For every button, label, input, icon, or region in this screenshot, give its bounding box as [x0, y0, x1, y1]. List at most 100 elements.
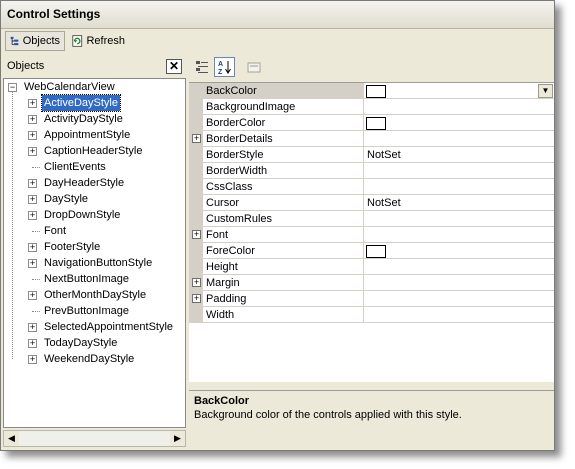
expand-icon[interactable]: + — [192, 134, 201, 143]
expand-icon[interactable]: + — [28, 355, 37, 364]
sort-az-icon: A Z — [218, 61, 231, 75]
tree-item[interactable]: + CaptionHeaderStyle — [4, 143, 185, 159]
tree-connector — [32, 279, 40, 280]
tree-item[interactable]: + ActiveDayStyle — [4, 94, 185, 112]
tree-item[interactable]: + DayStyle — [4, 191, 185, 207]
tree-item-label: Font — [44, 225, 67, 237]
property-name: BorderWidth — [206, 165, 268, 177]
tree-item[interactable]: NextButtonImage — [4, 271, 185, 287]
color-swatch[interactable] — [366, 117, 386, 130]
property-value[interactable]: NotSet — [367, 148, 401, 162]
expand-icon[interactable]: + — [192, 294, 201, 303]
tree-item[interactable]: ClientEvents — [4, 159, 185, 175]
expand-icon[interactable]: + — [28, 291, 37, 300]
expand-icon[interactable]: + — [28, 211, 37, 220]
tree-item[interactable]: + FooterStyle — [4, 239, 185, 255]
categorized-button[interactable] — [191, 57, 212, 77]
property-row[interactable]: Cursor NotSet — [189, 195, 554, 211]
properties-panel: A Z BackColor ▼ BackgroundImage BorderColor… — [189, 55, 554, 450]
row-gutter — [189, 99, 203, 115]
expand-icon[interactable]: + — [28, 115, 37, 124]
main-toolbar: Objects Refresh — [1, 29, 554, 54]
dropdown-arrow-icon[interactable]: ▼ — [538, 84, 553, 98]
tree-item[interactable]: + DropDownStyle — [4, 207, 185, 223]
property-row[interactable]: BackColor ▼ — [189, 83, 554, 99]
expand-icon[interactable]: + — [28, 323, 37, 332]
property-row[interactable]: ForeColor — [189, 243, 554, 259]
tree-item[interactable]: + NavigationButtonStyle — [4, 255, 185, 271]
property-row[interactable]: + Margin — [189, 275, 554, 291]
tree-item[interactable]: + DayHeaderStyle — [4, 175, 185, 191]
expand-icon[interactable]: + — [28, 131, 37, 140]
property-row[interactable]: BorderStyle NotSet — [189, 147, 554, 163]
scroll-left-icon[interactable]: ◀ — [4, 431, 19, 446]
property-row[interactable]: BackgroundImage — [189, 99, 554, 115]
property-row[interactable]: + Font — [189, 227, 554, 243]
property-row[interactable]: CssClass — [189, 179, 554, 195]
tree-connector — [32, 167, 40, 168]
tree-item-label: OtherMonthDayStyle — [44, 289, 147, 301]
property-name: BorderStyle — [206, 149, 264, 161]
color-swatch[interactable] — [366, 85, 386, 98]
property-row[interactable]: BorderWidth — [189, 163, 554, 179]
tree-item[interactable]: + TodayDayStyle — [4, 335, 185, 351]
tree-item[interactable]: + AppointmentStyle — [4, 127, 185, 143]
expand-icon[interactable]: + — [28, 99, 37, 108]
tree-item-label: NextButtonImage — [44, 273, 129, 285]
alphabetical-button[interactable]: A Z — [214, 57, 235, 77]
tree-item-label: DropDownStyle — [44, 209, 121, 221]
property-name: BorderColor — [206, 117, 266, 129]
tree-item-label: CaptionHeaderStyle — [44, 145, 143, 157]
expand-icon[interactable]: + — [28, 259, 37, 268]
property-row[interactable]: + Padding — [189, 291, 554, 307]
tree-connector — [32, 311, 40, 312]
property-pages-button[interactable] — [243, 57, 264, 77]
property-row[interactable]: Width — [189, 307, 554, 323]
color-swatch[interactable] — [366, 245, 386, 258]
property-row[interactable]: + BorderDetails — [189, 131, 554, 147]
tree-item-label: ActiveDayStyle — [41, 94, 121, 112]
tree-item[interactable]: + SelectedAppointmentStyle — [4, 319, 185, 335]
description-title: BackColor — [194, 395, 250, 407]
tree-item-label: TodayDayStyle — [44, 337, 118, 349]
tree-item-label: NavigationButtonStyle — [44, 257, 153, 269]
expand-icon[interactable]: + — [192, 230, 201, 239]
objects-panel-label: Objects — [7, 60, 45, 72]
property-name: Padding — [206, 293, 247, 305]
property-name: Margin — [206, 277, 240, 289]
property-row[interactable]: BorderColor — [189, 115, 554, 131]
property-name: BackgroundImage — [206, 101, 296, 113]
expand-icon[interactable]: + — [192, 278, 201, 287]
property-name: CustomRules — [206, 213, 273, 225]
tree-connector — [32, 231, 40, 232]
tree-item[interactable]: PrevButtonImage — [4, 303, 185, 319]
refresh-icon — [72, 35, 83, 47]
tree-item-label: FooterStyle — [44, 241, 101, 253]
svg-text:A: A — [218, 61, 223, 68]
expand-icon[interactable]: + — [28, 339, 37, 348]
expand-icon[interactable]: + — [28, 243, 37, 252]
expand-icon[interactable]: + — [28, 179, 37, 188]
close-objects-button[interactable]: ✕ — [166, 59, 182, 74]
property-value[interactable]: NotSet — [367, 196, 401, 210]
row-gutter — [189, 83, 203, 99]
tree-item[interactable]: + ActivityDayStyle — [4, 111, 185, 127]
property-name: ForeColor — [206, 245, 255, 257]
objects-button[interactable]: Objects — [5, 31, 65, 51]
property-grid[interactable]: BackColor ▼ BackgroundImage BorderColor + Bor… — [189, 82, 554, 382]
categorized-icon — [195, 61, 208, 73]
refresh-button[interactable]: Refresh — [67, 31, 129, 51]
tree-item[interactable]: + WeekendDayStyle — [4, 351, 185, 367]
property-row[interactable]: Height — [189, 259, 554, 275]
tree-item[interactable]: Font — [4, 223, 185, 239]
expand-icon[interactable]: + — [28, 147, 37, 156]
property-name: CssClass — [206, 181, 253, 193]
property-name: Height — [206, 261, 238, 273]
property-row[interactable]: CustomRules — [189, 211, 554, 227]
expand-icon[interactable]: + — [28, 195, 37, 204]
objects-tree[interactable]: − WebCalendarView + ActiveDayStyle + Activi… — [3, 78, 186, 428]
tree-item[interactable]: + OtherMonthDayStyle — [4, 287, 185, 303]
scroll-right-icon[interactable]: ▶ — [170, 431, 185, 446]
horizontal-scrollbar[interactable]: ◀ ▶ — [3, 430, 186, 447]
tree-item-label: DayStyle — [44, 193, 89, 205]
